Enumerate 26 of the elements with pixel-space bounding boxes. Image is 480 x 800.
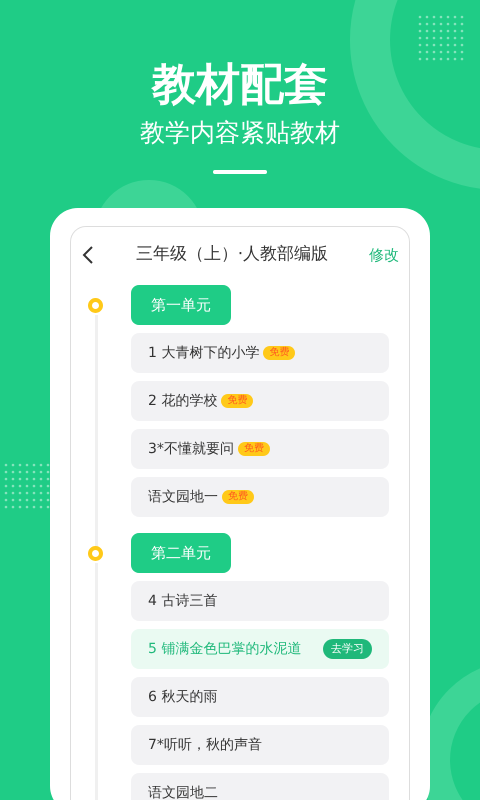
- lesson-item[interactable]: 语文园地二: [131, 773, 389, 800]
- free-badge: 免费: [221, 394, 254, 408]
- free-badge: 免费: [263, 346, 296, 360]
- lesson-item[interactable]: 1 大青树下的小学 免费: [131, 333, 389, 373]
- lesson-item[interactable]: 4 古诗三首: [131, 581, 389, 621]
- lesson-title: 1 大青树下的小学: [148, 344, 260, 362]
- lesson-title: 语文园地一: [148, 488, 218, 506]
- lesson-title: 5 铺满金色巴掌的水泥道: [148, 640, 302, 658]
- free-badge: 免费: [238, 442, 270, 456]
- lesson-item[interactable]: 3*不懂就要问 免费: [131, 429, 389, 469]
- lesson-title: 7*听听，秋的声音: [148, 736, 262, 754]
- lesson-title: 语文园地二: [148, 784, 218, 800]
- lesson-title: 3*不懂就要问: [148, 440, 234, 458]
- subtitle: 教学内容紧贴教材: [140, 117, 340, 149]
- lesson-title: 2 花的学校: [148, 392, 218, 410]
- unit-label: 第一单元: [131, 285, 231, 325]
- headline: 教材配套: [152, 58, 328, 112]
- lesson-item[interactable]: 语文园地一 免费: [131, 477, 389, 517]
- lesson-title: 4 古诗三首: [148, 592, 218, 610]
- lesson-item[interactable]: 7*听听，秋的声音: [131, 725, 389, 765]
- unit-label: 第二单元: [131, 533, 231, 573]
- free-badge: 免费: [222, 490, 254, 504]
- lesson-item[interactable]: 6 秋天的雨: [131, 677, 389, 717]
- lesson-item[interactable]: 2 花的学校 免费: [131, 381, 389, 421]
- screen-title: 三年级（上）·人教部编版: [134, 243, 330, 266]
- lesson-title: 6 秋天的雨: [148, 688, 218, 706]
